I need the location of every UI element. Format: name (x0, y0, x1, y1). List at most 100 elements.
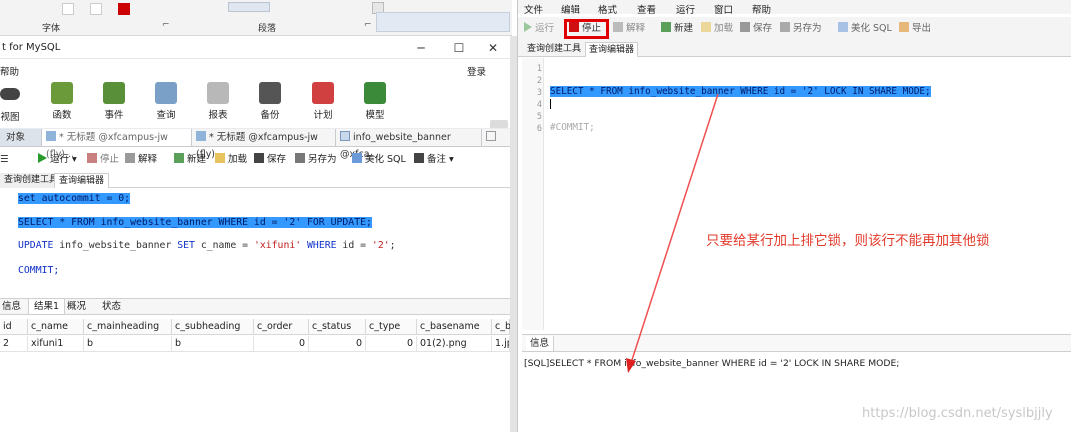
menu-help[interactable]: 帮助 (0, 64, 19, 78)
table-cell[interactable]: b (84, 336, 172, 352)
stop-highlight-box (564, 19, 609, 39)
main-button-function[interactable]: 函数 (42, 82, 82, 121)
tab-untitled-1[interactable]: * 无标题 @xfcampus-jw (fly)... (42, 129, 192, 160)
load-button[interactable]: 加载 (215, 152, 247, 168)
tab-overflow[interactable] (482, 129, 512, 146)
code-text: ; (389, 240, 396, 251)
menu-format[interactable]: 格式 (598, 2, 617, 16)
main-button-label: 报表 (208, 110, 228, 121)
main-button-model[interactable]: 模型 (355, 82, 395, 121)
tab-query-builder[interactable]: 查询创建工具 (524, 42, 584, 57)
save-button[interactable]: 保存 (740, 21, 772, 37)
main-button-view[interactable]: 视图 (0, 82, 30, 123)
menu-run[interactable]: 运行 (676, 2, 695, 16)
style-gallery[interactable] (376, 12, 510, 32)
save-button[interactable]: 保存 (254, 152, 286, 168)
code-line-3[interactable]: UPDATE info_website_banner SET c_name = … (18, 239, 396, 252)
tab-untitled-2[interactable]: * 无标题 @xfcampus-jw (fly)... (192, 129, 336, 160)
column-header[interactable]: c_status (309, 319, 366, 335)
table-cell[interactable]: 0 (366, 336, 417, 352)
run-button[interactable]: 运行 ▾ (38, 152, 77, 168)
menu-view[interactable]: 查看 (637, 2, 656, 16)
query-tab-icon (196, 131, 206, 141)
new-button[interactable]: 新建 (174, 152, 206, 168)
new-label: 新建 (674, 23, 694, 34)
font-color-icon[interactable] (118, 3, 130, 15)
menu-window[interactable]: 窗口 (714, 2, 733, 16)
code-line-comment[interactable]: #COMMIT; (550, 121, 595, 134)
title-bar: t for MySQL (0, 37, 512, 59)
column-header[interactable]: c_subheading (172, 319, 254, 335)
vertical-scrollbar[interactable] (510, 36, 517, 432)
tab-profile[interactable]: 概况 (62, 299, 91, 314)
menu-help[interactable]: 帮助 (752, 2, 771, 16)
paragraph-controls[interactable] (228, 2, 270, 12)
menu-edit[interactable]: 编辑 (561, 2, 580, 16)
code-string: '2' (371, 240, 390, 251)
checkbox-icon[interactable] (62, 3, 74, 15)
beautify-sql-button[interactable]: 美化 SQL (352, 152, 406, 168)
save-as-label: 另存为 (793, 23, 822, 34)
table-cell[interactable]: xifuni1 (28, 336, 84, 352)
menu-file[interactable]: 文件 (524, 2, 543, 16)
tab-info[interactable]: 信息 (0, 299, 26, 314)
column-header[interactable]: c_b (492, 319, 511, 335)
table-cell[interactable]: b (172, 336, 254, 352)
note-button[interactable]: 备注 ▾ (414, 152, 454, 168)
checkbox-icon[interactable] (90, 3, 102, 15)
main-button-report[interactable]: 报表 (198, 82, 238, 121)
tab-query-editor[interactable]: 查询编辑器 (54, 173, 110, 188)
column-header[interactable]: c_name (28, 319, 84, 335)
column-header[interactable]: c_order (254, 319, 309, 335)
save-as-button[interactable]: 另存为 (295, 152, 337, 168)
new-label: 新建 (187, 154, 207, 165)
run-button[interactable]: 运行 (524, 21, 554, 37)
login-button[interactable]: 登录 (467, 64, 486, 78)
tab-info[interactable]: 信息 (526, 336, 555, 351)
main-button-label: 视图 (0, 112, 20, 123)
table-cell[interactable]: 1.jp (492, 336, 510, 352)
tab-table-info-website-banner[interactable]: info_website_banner @xfca... (336, 129, 482, 160)
table-cell[interactable]: 01(2).png (417, 336, 492, 352)
export-button[interactable]: 导出 (899, 21, 931, 37)
minimize-icon[interactable]: ─ (412, 41, 430, 55)
line-number: 4 (536, 100, 542, 110)
explain-button[interactable]: 解释 (125, 152, 157, 168)
maximize-icon[interactable]: ☐ (450, 41, 468, 55)
explain-button[interactable]: 解释 (613, 21, 645, 37)
column-header[interactable]: c_type (366, 319, 417, 335)
main-button-event[interactable]: 事件 (94, 82, 134, 121)
stop-button[interactable]: 停止 (87, 152, 119, 168)
column-header[interactable]: c_basename (417, 319, 492, 335)
dialog-launcher-icon[interactable]: ⌐ (162, 20, 170, 30)
code-line-2[interactable]: SELECT * FROM info_website_banner WHERE … (18, 216, 372, 229)
menu-icon[interactable]: ☰ (0, 152, 9, 168)
table-cell[interactable]: 0 (254, 336, 309, 352)
code-keyword: WHERE (301, 240, 337, 251)
dialog-launcher-icon[interactable]: ⌐ (364, 20, 372, 30)
code-line-1[interactable]: set autocommit = 0; (18, 192, 131, 205)
main-button-query[interactable]: 查询 (146, 82, 186, 121)
tab-icon (486, 131, 496, 141)
table-cell[interactable]: 0 (309, 336, 366, 352)
tab-status[interactable]: 状态 (97, 299, 126, 314)
annotation-text: 只要给某行加上排它锁，则该行不能再加其他锁 (706, 233, 990, 249)
new-button[interactable]: 新建 (661, 21, 693, 37)
tab-query-builder[interactable]: 查询创建工具 (0, 173, 63, 188)
explain-icon (613, 22, 623, 32)
column-header[interactable]: c_mainheading (84, 319, 172, 335)
beautify-sql-button[interactable]: 美化 SQL (838, 21, 892, 37)
tab-objects[interactable]: 对象 (0, 129, 42, 146)
load-button[interactable]: 加载 (701, 21, 733, 37)
main-button-schedule[interactable]: 计划 (303, 82, 343, 121)
code-line-4[interactable]: COMMIT; (18, 264, 59, 277)
column-header[interactable]: id (0, 319, 28, 335)
tab-query-editor[interactable]: 查询编辑器 (585, 42, 639, 57)
main-button-backup[interactable]: 备份 (250, 82, 290, 121)
code-keyword: SET (177, 240, 195, 251)
tab-result-1[interactable]: 结果1 (28, 299, 66, 314)
save-as-button[interactable]: 另存为 (780, 21, 822, 37)
close-icon[interactable]: ✕ (484, 41, 502, 55)
save-label: 保存 (753, 23, 773, 34)
table-cell[interactable]: 2 (0, 336, 28, 352)
